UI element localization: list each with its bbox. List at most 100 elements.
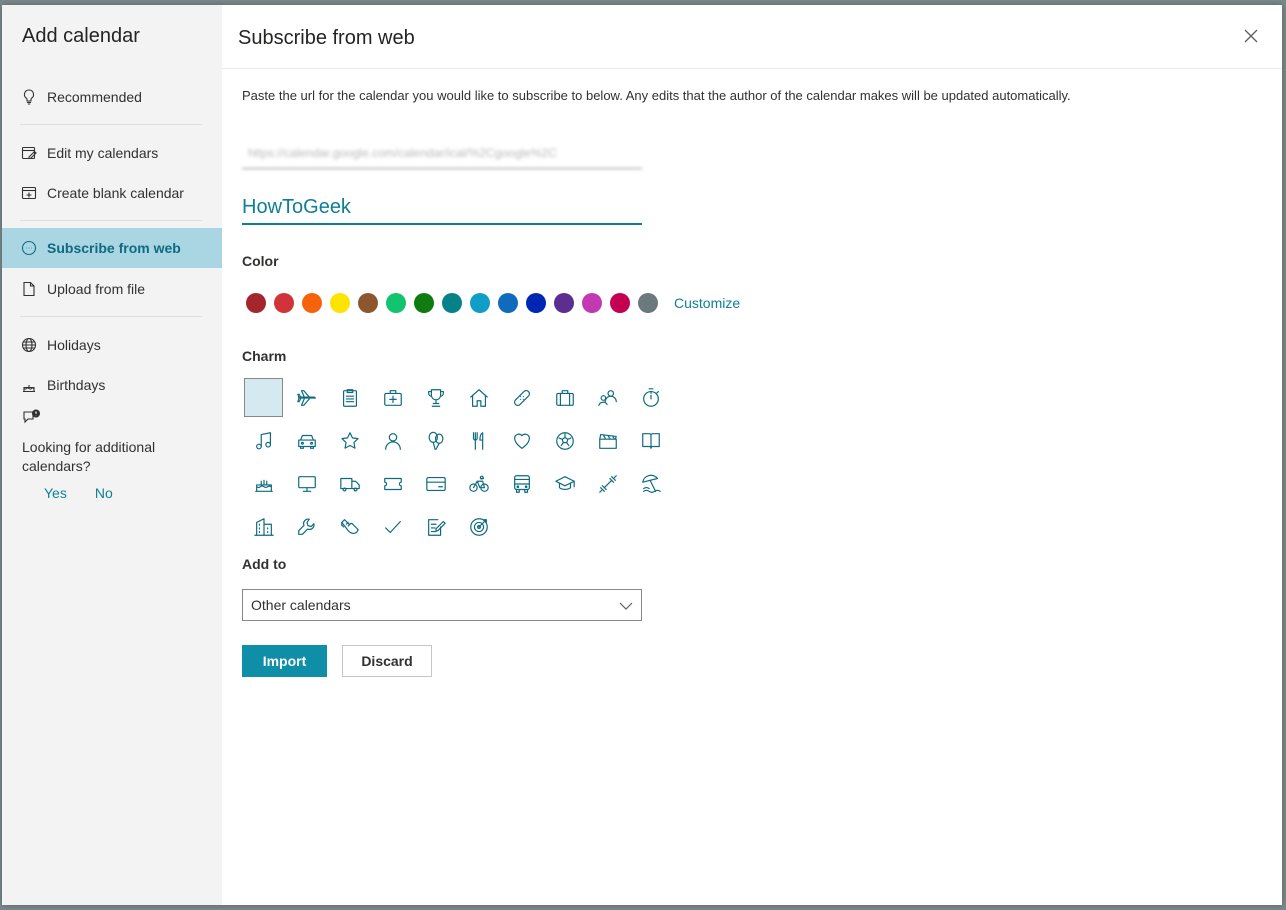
stopwatch-icon[interactable] [631, 378, 670, 417]
color-swatch[interactable] [274, 293, 294, 313]
credit-card-icon[interactable] [416, 464, 455, 503]
color-swatch[interactable] [386, 293, 406, 313]
monitor-icon[interactable] [287, 464, 326, 503]
customize-color-link[interactable]: Customize [674, 295, 740, 311]
airplane-icon[interactable] [287, 378, 326, 417]
heart-icon[interactable] [502, 421, 541, 460]
color-swatch[interactable] [302, 293, 322, 313]
nav-item-label: Upload from file [47, 281, 146, 297]
close-icon[interactable] [1242, 27, 1260, 45]
bicycle-icon[interactable] [459, 464, 498, 503]
nav-divider [20, 220, 202, 221]
music-note-icon[interactable] [244, 421, 283, 460]
add-calendar-dialog: Add calendar Recommended Edit my calenda… [2, 5, 1282, 905]
edit-calendar-icon [20, 144, 38, 162]
color-swatch[interactable] [638, 293, 658, 313]
yes-link[interactable]: Yes [44, 484, 67, 503]
dumbbell-icon[interactable] [588, 464, 627, 503]
color-swatch[interactable] [554, 293, 574, 313]
subscribe-pane: Subscribe from web Paste the url for the… [222, 5, 1282, 905]
clapperboard-icon[interactable] [588, 421, 627, 460]
nav-item-edit-my-calendars[interactable]: Edit my calendars [2, 133, 222, 173]
chevron-down-icon [619, 597, 633, 613]
nav-item-label: Holidays [47, 337, 101, 353]
medical-kit-icon[interactable] [373, 378, 412, 417]
charm-picker [244, 378, 674, 550]
no-link[interactable]: No [95, 484, 113, 503]
beach-umbrella-icon[interactable] [631, 464, 670, 503]
color-label: Color [242, 253, 279, 269]
color-swatch[interactable] [498, 293, 518, 313]
discard-button[interactable]: Discard [342, 645, 432, 677]
color-swatch[interactable] [470, 293, 490, 313]
nav-divider [20, 124, 202, 125]
color-swatch[interactable] [358, 293, 378, 313]
car-icon[interactable] [287, 421, 326, 460]
additional-calendars-text: Looking for additional calendars? [22, 439, 156, 474]
add-to-value: Other calendars [251, 597, 351, 613]
add-to-dropdown[interactable]: Other calendars [242, 589, 642, 621]
dialog-title: Add calendar [22, 25, 140, 47]
web-subscribe-icon [20, 239, 38, 257]
nav-item-label: Subscribe from web [47, 240, 181, 256]
add-to-label: Add to [242, 556, 287, 572]
trophy-icon[interactable] [416, 378, 455, 417]
charm-label: Charm [242, 348, 287, 364]
nav-item-recommended[interactable]: Recommended [2, 77, 222, 117]
book-icon[interactable] [631, 421, 670, 460]
lightbulb-icon [20, 88, 38, 106]
soccer-ball-icon[interactable] [545, 421, 584, 460]
nav-item-birthdays[interactable]: Birthdays [2, 365, 222, 405]
color-swatch[interactable] [330, 293, 350, 313]
nav-item-upload-from-file[interactable]: Upload from file [2, 269, 222, 309]
birthday-cake-icon[interactable] [244, 464, 283, 503]
color-swatch[interactable] [610, 293, 630, 313]
no-charm-option[interactable] [244, 378, 283, 417]
sneaker-icon[interactable] [330, 507, 369, 546]
target-icon[interactable] [459, 507, 498, 546]
ticket-icon[interactable] [373, 464, 412, 503]
header-divider [222, 68, 1282, 69]
nav-item-label: Edit my calendars [47, 145, 159, 161]
page-title: Subscribe from web [238, 27, 415, 49]
clipboard-icon[interactable] [330, 378, 369, 417]
nav-item-label: Birthdays [47, 377, 106, 393]
nav-item-subscribe-from-web[interactable]: Subscribe from web [2, 228, 222, 268]
import-button[interactable]: Import [242, 645, 327, 677]
utensils-icon[interactable] [459, 421, 498, 460]
left-nav-pane: Add calendar Recommended Edit my calenda… [2, 5, 222, 905]
bus-icon[interactable] [502, 464, 541, 503]
calendar-name-input[interactable] [242, 192, 642, 225]
nav-item-holidays[interactable]: Holidays [2, 325, 222, 365]
color-swatch[interactable] [414, 293, 434, 313]
building-icon[interactable] [244, 507, 283, 546]
color-swatch[interactable] [582, 293, 602, 313]
cake-icon [20, 376, 38, 394]
add-calendar-icon [20, 184, 38, 202]
graduation-cap-icon[interactable] [545, 464, 584, 503]
color-picker: Customize [246, 293, 740, 313]
nav-item-label: Recommended [47, 89, 142, 105]
nav-divider [20, 316, 202, 317]
people-icon[interactable] [588, 378, 627, 417]
color-swatch[interactable] [246, 293, 266, 313]
bandage-icon[interactable] [502, 378, 541, 417]
truck-icon[interactable] [330, 464, 369, 503]
checkmark-icon[interactable] [373, 507, 412, 546]
person-icon[interactable] [373, 421, 412, 460]
color-swatch[interactable] [442, 293, 462, 313]
url-input[interactable] [242, 138, 642, 169]
globe-icon [20, 336, 38, 354]
additional-calendars-prompt: Looking for additional calendars? Yes No [22, 409, 212, 503]
color-swatch[interactable] [526, 293, 546, 313]
subscribe-description: Paste the url for the calendar you would… [242, 88, 1071, 103]
file-icon [20, 280, 38, 298]
chat-alert-icon [22, 409, 212, 432]
star-icon[interactable] [330, 421, 369, 460]
notepad-edit-icon[interactable] [416, 507, 455, 546]
briefcase-icon[interactable] [545, 378, 584, 417]
wrench-icon[interactable] [287, 507, 326, 546]
balloons-icon[interactable] [416, 421, 455, 460]
nav-item-create-blank-calendar[interactable]: Create blank calendar [2, 173, 222, 213]
home-icon[interactable] [459, 378, 498, 417]
